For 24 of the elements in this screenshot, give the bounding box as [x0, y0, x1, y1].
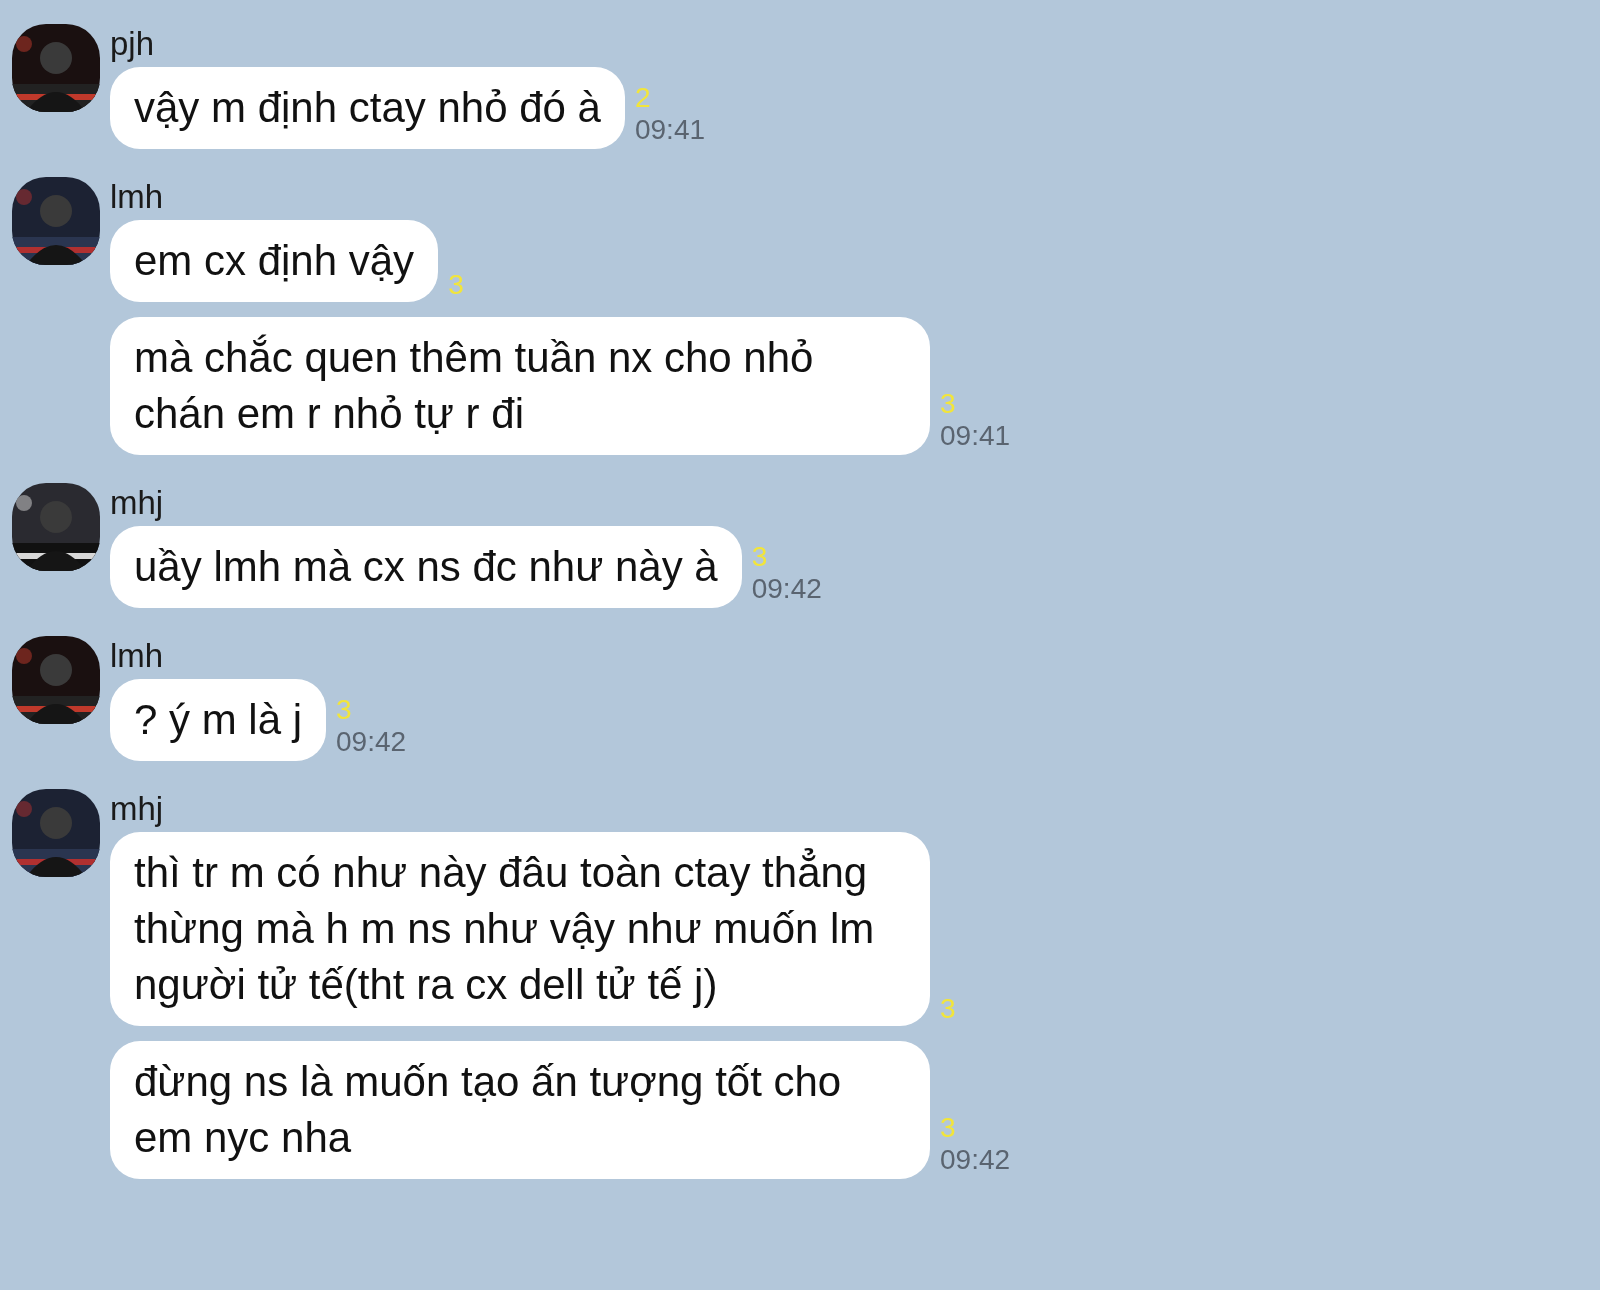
timestamp: 09:41 [634, 113, 706, 147]
sender-name: pjh [110, 24, 156, 64]
sender-name: mhj [110, 789, 165, 829]
message-bubble: thì tr m có như này đâu toàn ctay thẳng thừng mà h m ns như vậy như muốn lm người tử tế(tht ra cx dell tử tế j) [110, 832, 930, 1026]
unread-count: 3 [336, 695, 353, 725]
message-bubble: đừng ns là muốn tạo ấn tượng tốt cho em nyc nha [110, 1041, 930, 1179]
unread-count: 2 [634, 83, 652, 113]
message-bubble: vậy m định ctay nhỏ đó à [110, 67, 625, 149]
sender-name: lmh [110, 636, 165, 676]
message-bubble: ? ý m là j [110, 679, 327, 761]
message-bubble: em cx định vậy [110, 220, 439, 302]
timestamp: 09:42 [751, 572, 822, 606]
unread-count: 3 [940, 1113, 957, 1143]
timestamp: 09:42 [336, 725, 407, 759]
message-bubble: uầy lmh mà cx ns đc như này à [110, 526, 742, 608]
sender-name: lmh [110, 177, 165, 217]
timestamp: 09:42 [940, 1143, 1011, 1177]
message-bubble: mà chắc quen thêm tuần nx cho nhỏ chán em r nhỏ tự r đi [110, 317, 930, 455]
sender-name: mhj [110, 483, 165, 523]
unread-count: 3 [751, 542, 769, 572]
timestamp: 09:41 [940, 419, 1011, 453]
unread-count: 3 [448, 270, 464, 300]
unread-count: 3 [940, 994, 956, 1024]
unread-count: 3 [940, 389, 957, 419]
